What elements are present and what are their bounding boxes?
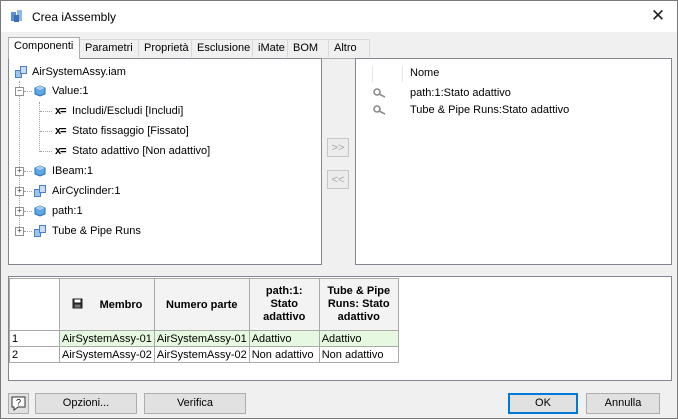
table-row[interactable]: 1 AirSystemAssy-01 AirSystemAssy-01 Adat…: [9, 330, 399, 347]
row-number[interactable]: 2: [9, 346, 60, 363]
tree-line: [24, 191, 32, 192]
tree-label: AirCyclinder:1: [52, 185, 121, 197]
key-icon: [373, 105, 386, 115]
tree-line: [24, 231, 32, 232]
tree-label: Value:1: [52, 85, 89, 97]
ok-button[interactable]: OK: [508, 393, 578, 414]
tab-imate[interactable]: iMate: [252, 39, 288, 57]
table-cell[interactable]: AirSystemAssy-02: [153, 346, 250, 363]
help-glyph: ?: [16, 398, 21, 408]
corner-cell: [9, 278, 60, 331]
tree-item-ibeam[interactable]: + IBeam:1: [13, 162, 313, 180]
column-header-path-stato-adattivo[interactable]: path:1: Stato adattivo: [248, 278, 320, 331]
column-divider: [372, 66, 373, 82]
expand-icon[interactable]: +: [15, 227, 24, 236]
save-icon: [72, 298, 83, 312]
add-button[interactable]: >>: [327, 138, 349, 157]
part-icon: [34, 205, 46, 217]
column-header-membro[interactable]: Membro: [59, 278, 155, 331]
parameter-icon: x=: [55, 145, 67, 157]
column-divider: [402, 66, 403, 82]
tree-item-aircyclinder[interactable]: + AirCyclinder:1: [13, 182, 313, 200]
window-title: Crea iAssembly: [32, 10, 117, 24]
column-header-tube-pipe-stato-adattivo[interactable]: Tube & Pipe Runs: Stato adattivo: [318, 278, 399, 331]
column-header-nome[interactable]: Nome: [410, 67, 439, 79]
table-row[interactable]: 2 AirSystemAssy-02 AirSystemAssy-02 Non …: [9, 346, 399, 363]
members-table: Membro Numero parte path:1: Stato adatti…: [9, 278, 399, 363]
assembly-icon: [34, 185, 46, 197]
list-header: Nome: [364, 64, 664, 84]
tree-label: Stato fissaggio [Fissato]: [72, 125, 189, 137]
tree-line: [40, 111, 52, 112]
table-cell[interactable]: Non adattivo: [248, 346, 320, 363]
table-header-row: Membro Numero parte path:1: Stato adatti…: [9, 278, 399, 331]
table-cell[interactable]: AirSystemAssy-01: [59, 330, 155, 347]
list-item[interactable]: Tube & Pipe Runs:Stato adattivo: [366, 102, 666, 120]
column-header-numero-parte[interactable]: Numero parte: [153, 278, 250, 331]
assembly-icon: [15, 66, 27, 78]
column-header-label: Membro: [99, 298, 143, 311]
parameter-icon: x=: [55, 125, 67, 137]
tree-item-value[interactable]: − Value:1: [13, 82, 313, 100]
close-button[interactable]: ✕: [647, 5, 669, 27]
tree-label: Includi/Escludi [Includi]: [72, 105, 184, 117]
help-icon: ?: [11, 396, 26, 411]
tree-item-tube-pipe-runs[interactable]: + Tube & Pipe Runs: [13, 222, 313, 240]
table-cell[interactable]: Adattivo: [248, 330, 320, 347]
expand-icon[interactable]: +: [15, 187, 24, 196]
list-item[interactable]: path:1:Stato adattivo: [366, 85, 666, 103]
iassembly-icon: [11, 10, 22, 22]
tree-label: Stato adattivo [Non adattivo]: [72, 145, 211, 157]
tab-componenti[interactable]: Componenti: [8, 37, 80, 59]
part-icon: [34, 85, 46, 97]
table-cell[interactable]: AirSystemAssy-02: [59, 346, 155, 363]
collapse-icon[interactable]: −: [15, 87, 24, 96]
tab-parametri[interactable]: Parametri: [79, 39, 139, 57]
list-item-label: path:1:Stato adattivo: [410, 87, 511, 99]
table-cell[interactable]: Adattivo: [318, 330, 399, 347]
tab-esclusione[interactable]: Esclusione: [191, 39, 253, 57]
component-tree[interactable]: AirSystemAssy.iam − Value:1 x= Includi/E…: [8, 58, 322, 265]
list-item-label: Tube & Pipe Runs:Stato adattivo: [410, 104, 570, 116]
tree-item-path[interactable]: + path:1: [13, 202, 313, 220]
options-button[interactable]: Opzioni...: [35, 393, 137, 414]
tree-label: path:1: [52, 205, 83, 217]
cancel-button[interactable]: Annulla: [586, 393, 660, 414]
remove-button[interactable]: <<: [327, 170, 349, 189]
verify-button[interactable]: Verifica: [144, 393, 246, 414]
assembly-icon: [34, 225, 46, 237]
close-icon: ✕: [650, 6, 666, 25]
tree-line: [40, 131, 52, 132]
part-icon: [34, 165, 46, 177]
members-grid[interactable]: Membro Numero parte path:1: Stato adatti…: [8, 276, 672, 381]
tree-line: [24, 91, 32, 92]
tree-label: Tube & Pipe Runs: [52, 225, 141, 237]
parameter-icon: x=: [55, 105, 67, 117]
tree-line: [24, 171, 32, 172]
tree-item-root[interactable]: AirSystemAssy.iam: [13, 63, 313, 81]
tree-line: [40, 151, 52, 152]
help-button[interactable]: ?: [8, 393, 29, 414]
tree-item-param[interactable]: x= Stato fissaggio [Fissato]: [13, 122, 313, 140]
table-cell[interactable]: AirSystemAssy-01: [153, 330, 250, 347]
tab-bom[interactable]: BOM: [287, 39, 329, 57]
tree-item-param[interactable]: x= Stato adattivo [Non adattivo]: [13, 142, 313, 160]
row-number[interactable]: 1: [9, 330, 60, 347]
create-iassembly-dialog: Crea iAssembly ✕ Componenti Parametri Pr…: [0, 0, 678, 419]
tab-proprieta[interactable]: Proprietà: [138, 39, 192, 57]
tree-line: [24, 211, 32, 212]
expand-icon[interactable]: +: [15, 207, 24, 216]
title-bar: Crea iAssembly ✕: [1, 1, 677, 32]
table-cell[interactable]: Non adattivo: [318, 346, 399, 363]
tree-label: IBeam:1: [52, 165, 93, 177]
tab-altro[interactable]: Altro: [328, 39, 370, 57]
tree-item-param[interactable]: x= Includi/Escludi [Includi]: [13, 102, 313, 120]
selected-items-list[interactable]: Nome path:1:Stato adattivo Tube & Pipe R…: [355, 58, 672, 265]
tree-label: AirSystemAssy.iam: [32, 66, 126, 78]
key-icon: [373, 88, 386, 98]
expand-icon[interactable]: +: [15, 167, 24, 176]
